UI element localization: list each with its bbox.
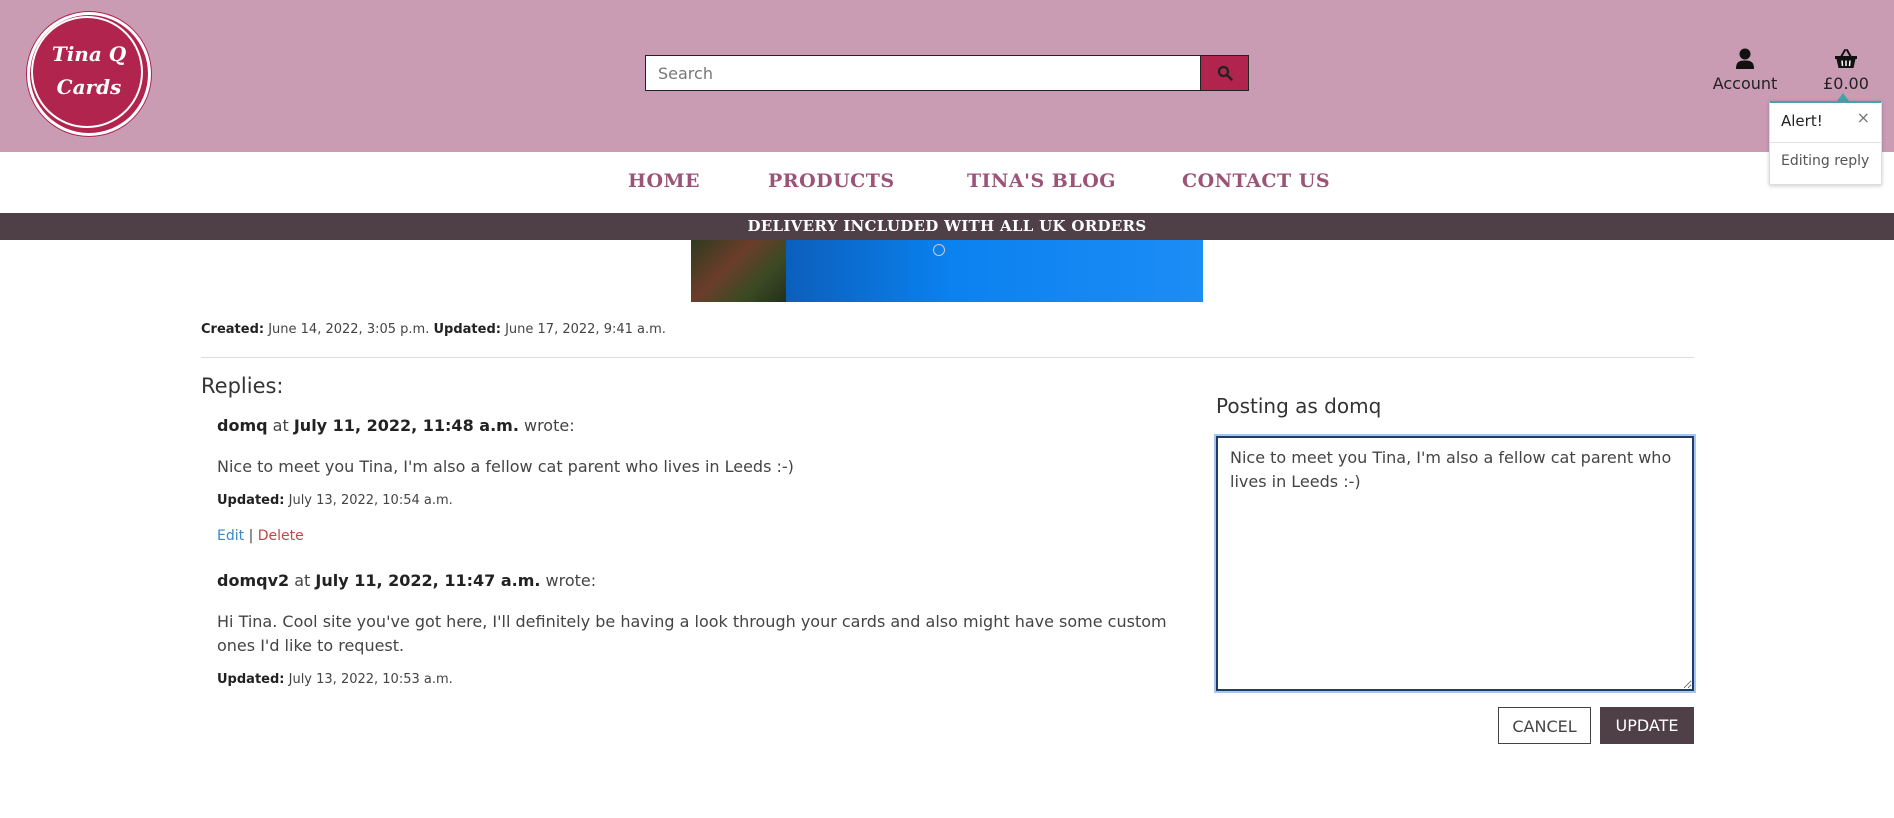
site-logo[interactable]: Tina Q Cards — [27, 12, 151, 136]
reply-author: domqv2 — [217, 571, 290, 590]
replies-heading: Replies: — [201, 374, 284, 398]
created-label: Created: — [201, 322, 265, 337]
action-separator: | — [248, 528, 254, 544]
reply-wrote: wrote: — [523, 416, 575, 435]
reply-wrote: wrote: — [545, 571, 597, 590]
updated-value: June 17, 2022, 9:41 a.m. — [505, 322, 666, 337]
created-value: June 14, 2022, 3:05 p.m. — [268, 322, 430, 337]
reply-author: domq — [217, 416, 268, 435]
logo-text: Tina Q Cards — [27, 38, 151, 104]
reply-body: Hi Tina. Cool site you've got here, I'll… — [217, 612, 1167, 655]
reply-updated-label: Updated: — [217, 672, 285, 687]
reply-item: domqv2 at July 11, 2022, 11:47 a.m. wrot… — [217, 571, 1177, 687]
toast-title: Alert! — [1781, 112, 1823, 130]
logo-line-1: Tina Q — [51, 42, 127, 66]
reply-updated: Updated: July 13, 2022, 10:54 a.m. — [217, 493, 1177, 508]
nav-item-contact[interactable]: CONTACT US — [1182, 170, 1330, 192]
edit-reply-link[interactable]: Edit — [217, 528, 244, 544]
toast-divider — [1770, 142, 1881, 143]
reply-at: at — [272, 416, 289, 435]
site-header: Tina Q Cards Account £0.00 — [0, 0, 1894, 152]
reply-date: July 11, 2022, 11:48 a.m. — [293, 416, 519, 435]
reply-header: domq at July 11, 2022, 11:48 a.m. wrote: — [217, 416, 1177, 435]
reply-header: domqv2 at July 11, 2022, 11:47 a.m. wrot… — [217, 571, 1177, 590]
reply-at: at — [294, 571, 311, 590]
search-form — [645, 55, 1249, 91]
reply-updated-label: Updated: — [217, 493, 285, 508]
updated-label: Updated: — [433, 322, 501, 337]
image-shirt — [786, 240, 1203, 302]
reply-updated-value: July 13, 2022, 10:54 a.m. — [288, 493, 453, 508]
alert-toast: Alert! × Editing reply — [1769, 101, 1882, 185]
reply-textarea[interactable] — [1216, 436, 1694, 691]
cart-button[interactable]: £0.00 — [1822, 48, 1870, 93]
update-button[interactable]: UPDATE — [1600, 707, 1694, 744]
reply-item: domq at July 11, 2022, 11:48 a.m. wrote:… — [217, 416, 1177, 544]
close-icon[interactable]: × — [1857, 108, 1870, 127]
search-icon — [1217, 65, 1233, 81]
search-button[interactable] — [1200, 56, 1248, 90]
image-foliage — [691, 240, 786, 302]
posting-as-label: Posting as domq — [1216, 394, 1382, 418]
reply-updated-value: July 13, 2022, 10:53 a.m. — [288, 672, 453, 687]
reply-updated: Updated: July 13, 2022, 10:53 a.m. — [217, 672, 1177, 687]
delete-reply-link[interactable]: Delete — [258, 528, 304, 544]
logo-line-2: Cards — [56, 75, 122, 99]
main-nav: HOME PRODUCTS TINA'S BLOG CONTACT US — [0, 152, 1894, 213]
nav-item-products[interactable]: PRODUCTS — [768, 170, 895, 192]
cart-total: £0.00 — [1823, 74, 1869, 93]
cancel-button[interactable]: CANCEL — [1498, 707, 1591, 744]
reply-actions: Edit | Delete — [217, 528, 1177, 544]
toast-message: Editing reply — [1781, 153, 1870, 169]
toast-caret — [1837, 93, 1849, 101]
reply-body: Nice to meet you Tina, I'm also a fellow… — [217, 457, 794, 476]
account-button[interactable]: Account — [1710, 48, 1780, 93]
blog-post-image — [691, 240, 1203, 302]
post-meta: Created: June 14, 2022, 3:05 p.m. Update… — [201, 322, 666, 337]
reply-date: July 11, 2022, 11:47 a.m. — [315, 571, 541, 590]
image-pin — [933, 244, 945, 256]
nav-item-home[interactable]: HOME — [628, 170, 700, 192]
account-label: Account — [1712, 74, 1778, 93]
search-input[interactable] — [646, 56, 1201, 90]
nav-item-blog[interactable]: TINA'S BLOG — [967, 170, 1116, 192]
basket-icon — [1835, 49, 1857, 68]
divider — [201, 357, 1694, 358]
delivery-banner: DELIVERY INCLUDED WITH ALL UK ORDERS — [0, 213, 1894, 240]
user-icon — [1736, 48, 1754, 69]
